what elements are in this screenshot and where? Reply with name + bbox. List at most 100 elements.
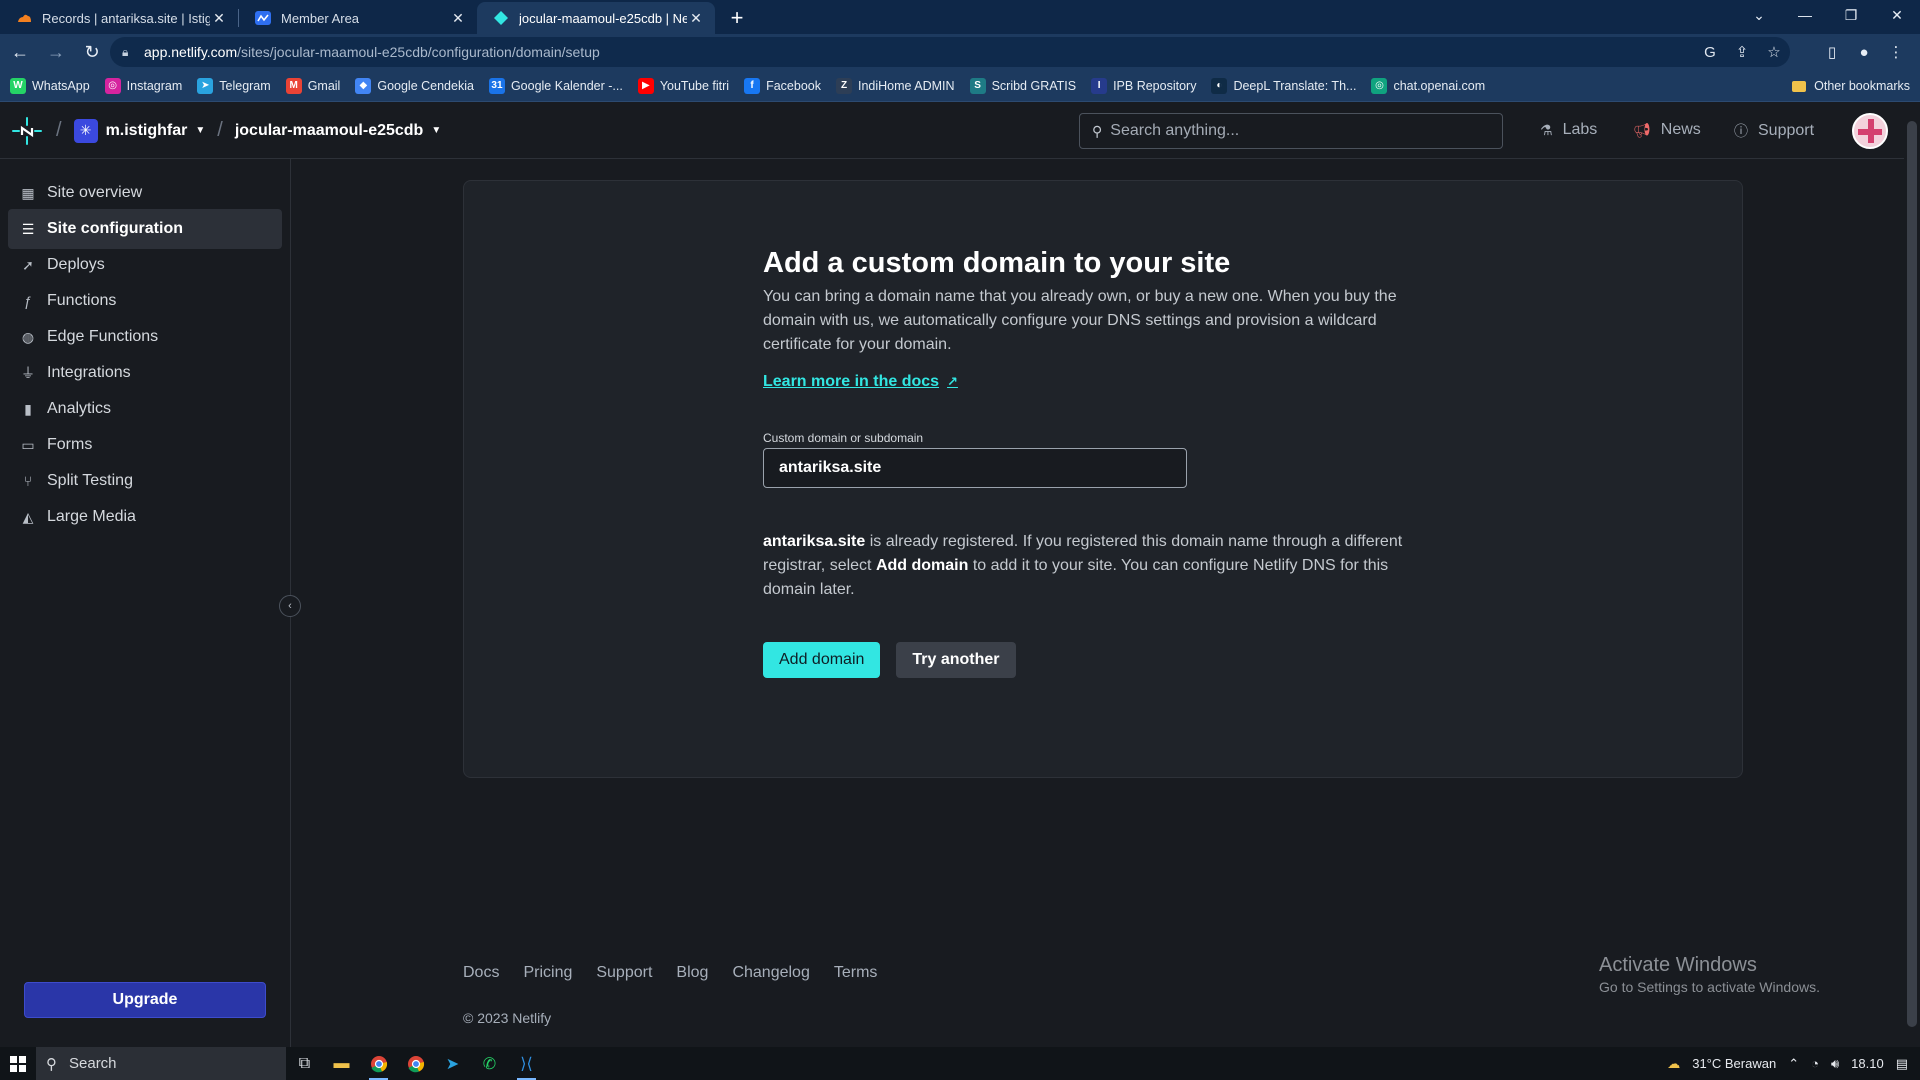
whatsapp-icon[interactable]: ✆ [471, 1047, 508, 1080]
close-window-icon[interactable]: ✕ [1874, 0, 1920, 30]
bookmark-item[interactable]: ➤ Telegram [197, 77, 271, 94]
bookmark-item[interactable]: M Gmail [285, 77, 340, 94]
collapse-sidebar-icon[interactable]: ‹ [279, 595, 301, 617]
footer-link-terms[interactable]: Terms [834, 964, 878, 982]
sidebar-item-site-configuration[interactable]: ☰ Site configuration [8, 209, 282, 249]
bookmark-favicon-icon: ➤ [197, 77, 214, 94]
lambda-icon: ƒ [24, 293, 32, 309]
url-bar[interactable]: 🔒︎ app.netlify.com/sites/jocular-maamoul… [110, 37, 1790, 67]
bookmark-item[interactable]: ◎ Instagram [104, 77, 182, 94]
news-link[interactable]: 📢︎ News [1633, 121, 1701, 139]
bookmark-item[interactable]: S Scribd GRATIS [969, 77, 1076, 94]
bookmark-item[interactable]: 31 Google Kalender -... [488, 77, 623, 94]
tab-search-icon[interactable]: ⌄ [1736, 0, 1782, 30]
footer-link-changelog[interactable]: Changelog [732, 964, 809, 982]
custom-domain-input[interactable]: antariksa.site [763, 448, 1187, 488]
browser-tab-netlify[interactable]: jocular-maamoul-e25cdb | Netlify ✕ [477, 2, 715, 34]
media-icon: ◭ [22, 508, 34, 525]
window-controls: ⌄ — ❐ ✕ [1736, 0, 1920, 30]
vscode-icon[interactable]: ⟩⟨ [508, 1047, 545, 1080]
profile-icon[interactable]: ● [1848, 44, 1880, 61]
page-title: Add a custom domain to your site [763, 247, 1231, 279]
notification-icon[interactable]: ▤ [1896, 1056, 1908, 1072]
close-tab-icon[interactable]: ✕ [687, 9, 705, 27]
copyright: © 2023 Netlify [463, 1010, 552, 1026]
close-tab-icon[interactable]: ✕ [210, 9, 228, 27]
bookmark-star-icon[interactable]: ☆ [1758, 43, 1790, 61]
netlify-icon [493, 10, 509, 26]
page-scrollbar[interactable] [1904, 103, 1920, 1047]
browser-tab-records[interactable]: Records | antariksa.site | Istighfar ✕ [0, 2, 238, 34]
sidebar-item-split-testing[interactable]: ⑂ Split Testing [8, 461, 282, 501]
sidebar-item-analytics[interactable]: ▮ Analytics [8, 389, 282, 429]
weather-icon[interactable]: ☁ [1667, 1056, 1680, 1072]
telegram-icon[interactable]: ➤ [434, 1047, 471, 1080]
chrome-profile-icon[interactable] [397, 1047, 434, 1080]
bookmark-item[interactable]: ▶ YouTube fitri [637, 77, 729, 94]
volume-icon[interactable]: 🔊︎ [1831, 1056, 1839, 1072]
windows-taskbar: ⚲ Search ⧉ ▬ ➤ ✆ ⟩⟨ ☁ 31°C Berawan ⌃ ◔ 🔊… [0, 1047, 1920, 1080]
user-avatar[interactable] [1852, 113, 1888, 149]
grid-icon: ▦ [21, 184, 35, 201]
upgrade-button[interactable]: Upgrade [24, 982, 266, 1018]
google-lens-icon[interactable]: G [1694, 44, 1726, 61]
weather-text[interactable]: 31°C Berawan [1692, 1056, 1776, 1071]
add-domain-button[interactable]: Add domain [763, 642, 881, 678]
support-link[interactable]: ⓘ Support [1734, 121, 1814, 141]
side-panel-icon[interactable]: ▯ [1816, 43, 1848, 61]
team-switcher[interactable]: ✳ m.istighfar ▼ [73, 118, 206, 143]
minimize-icon[interactable]: — [1782, 0, 1828, 30]
try-another-button[interactable]: Try another [896, 642, 1016, 678]
back-icon[interactable]: ← [4, 36, 36, 68]
sidebar-item-site-overview[interactable]: ▦ Site overview [8, 173, 282, 213]
network-icon[interactable]: ◔ [1811, 1056, 1819, 1071]
sidebar-item-forms[interactable]: ▭ Forms [8, 425, 282, 465]
netlify-logo-icon[interactable] [10, 114, 44, 148]
tray-chevron-icon[interactable]: ⌃ [1788, 1056, 1799, 1072]
task-view-icon[interactable]: ⧉ [286, 1047, 323, 1080]
learn-more-link[interactable]: Learn more in the docs ↗ [763, 373, 958, 391]
help-circle-icon: ⓘ [1734, 123, 1748, 139]
lock-icon[interactable]: 🔒︎ [122, 45, 140, 60]
menu-kebab-icon[interactable]: ⋮ [1880, 43, 1912, 61]
bookmark-item[interactable]: ◎ chat.openai.com [1371, 77, 1485, 94]
chevron-down-icon: ▼ [195, 125, 206, 136]
other-bookmarks[interactable]: Other bookmarks [1792, 70, 1910, 102]
labs-link[interactable]: ⚗ Labs [1540, 121, 1597, 139]
bookmark-item[interactable]: W WhatsApp [10, 77, 90, 94]
bookmark-item[interactable]: ◐ DeepL Translate: Th... [1211, 77, 1356, 94]
windows-start-icon[interactable] [0, 1047, 36, 1080]
footer-link-docs[interactable]: Docs [463, 964, 499, 982]
sidebar-item-integrations[interactable]: ⏚ Integrations [8, 353, 282, 393]
browser-tab-member-area[interactable]: Member Area ✕ [239, 2, 477, 34]
bookmark-favicon-icon: ◎ [104, 77, 121, 94]
forward-icon[interactable]: → [40, 36, 72, 68]
footer-link-support[interactable]: Support [596, 964, 652, 982]
megaphone-icon: 📢︎ [1633, 121, 1651, 138]
footer-link-blog[interactable]: Blog [676, 964, 708, 982]
sidebar-item-functions[interactable]: ƒ Functions [8, 281, 282, 321]
sidebar-item-large-media[interactable]: ◭ Large Media [8, 497, 282, 537]
file-explorer-icon[interactable]: ▬ [323, 1047, 360, 1080]
sidebar-item-deploys[interactable]: ➚ Deploys [8, 245, 282, 285]
site-switcher[interactable]: jocular-maamoul-e25cdb ▼ [235, 122, 441, 140]
bookmark-item[interactable]: f Facebook [744, 77, 821, 94]
sidebar-item-edge-functions[interactable]: ◍ Edge Functions [8, 317, 282, 357]
bookmark-favicon-icon: 31 [488, 77, 505, 94]
folder-icon [1792, 80, 1807, 92]
clock[interactable]: 18.10 [1851, 1056, 1884, 1071]
activate-windows-watermark: Activate Windows Go to Settings to activ… [1599, 954, 1820, 995]
footer-links: Docs Pricing Support Blog Changelog Terms [463, 964, 901, 982]
search-input[interactable]: ⚲ Search anything... [1079, 113, 1503, 149]
chrome-icon[interactable] [360, 1047, 397, 1080]
restore-icon[interactable]: ❐ [1828, 0, 1874, 30]
new-tab-button[interactable]: + [721, 2, 753, 34]
taskbar-search[interactable]: ⚲ Search [36, 1047, 286, 1080]
share-icon[interactable]: ⇪ [1726, 43, 1758, 61]
reload-icon[interactable]: ↻ [76, 36, 108, 68]
bookmark-item[interactable]: Z IndiHome ADMIN [836, 77, 955, 94]
footer-link-pricing[interactable]: Pricing [523, 964, 572, 982]
bookmark-item[interactable]: I IPB Repository [1091, 77, 1196, 94]
close-tab-icon[interactable]: ✕ [449, 9, 467, 27]
bookmark-item[interactable]: ◆ Google Cendekia [355, 77, 474, 94]
